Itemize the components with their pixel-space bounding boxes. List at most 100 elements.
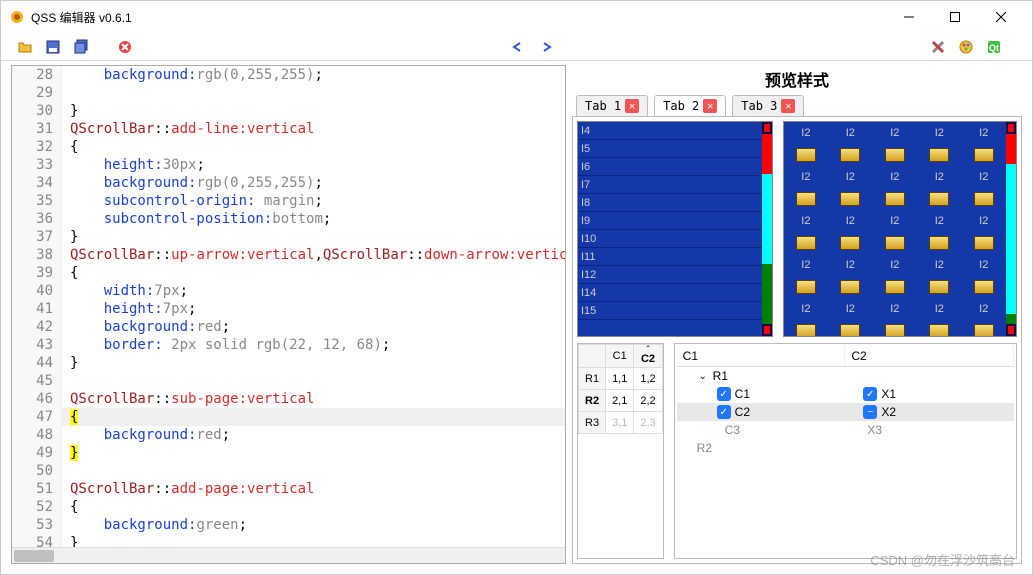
table-header[interactable]: C1 (606, 345, 634, 368)
scroll-sub-page[interactable] (762, 134, 772, 174)
redo-button[interactable] (534, 35, 558, 59)
tree-item[interactable]: C3X3 (677, 421, 1014, 439)
save-all-button[interactable] (69, 35, 93, 59)
grid-label: I2 (828, 166, 872, 188)
maximize-button[interactable] (932, 1, 978, 33)
scroll-sub-page[interactable] (1006, 134, 1016, 164)
close-button[interactable] (978, 1, 1024, 33)
list-item[interactable]: I9 (578, 212, 762, 230)
tree-expander[interactable]: ⌄ (697, 371, 709, 382)
undo-button[interactable] (506, 35, 530, 59)
scroll-add-page[interactable] (1006, 314, 1016, 324)
scroll-add-page[interactable] (762, 264, 772, 324)
list-item[interactable]: I14 (578, 284, 762, 302)
grid-item-icon[interactable] (974, 280, 994, 294)
svg-text:Qt: Qt (989, 43, 999, 53)
palette-button[interactable] (954, 35, 978, 59)
tab-close-icon[interactable]: ✕ (703, 99, 717, 113)
list-item[interactable]: I11 (578, 248, 762, 266)
grid-label: I2 (962, 254, 1006, 276)
toolbar: Qt (1, 33, 1032, 61)
checkbox[interactable]: ✓ (863, 387, 877, 401)
tree-widget[interactable]: C1 C2 ⌄R1✓C1✓X1✓C2−X2C3X3R2 (674, 343, 1017, 559)
grid-item-icon[interactable] (840, 192, 860, 206)
grid-item-icon[interactable] (885, 280, 905, 294)
grid-item-icon[interactable] (885, 192, 905, 206)
open-button[interactable] (13, 35, 37, 59)
vertical-scrollbar[interactable] (762, 122, 772, 336)
tree-item[interactable]: ✓C2−X2 (677, 403, 1014, 421)
preview-tab[interactable]: Tab 1✕ (576, 95, 648, 116)
list-item[interactable]: I12 (578, 266, 762, 284)
window-title: QSS 编辑器 v0.6.1 (31, 9, 886, 26)
table-cell[interactable]: 3,1 (606, 412, 634, 434)
grid-item-icon[interactable] (974, 236, 994, 250)
preview-tab[interactable]: Tab 2✕ (654, 95, 726, 116)
qt-button[interactable]: Qt (982, 35, 1006, 59)
grid-item-icon[interactable] (974, 324, 994, 337)
grid-item-icon[interactable] (885, 148, 905, 162)
grid-item-icon[interactable] (840, 324, 860, 337)
scroll-down-arrow[interactable] (762, 324, 772, 336)
grid-item-icon[interactable] (885, 324, 905, 337)
table-header[interactable]: ˆC2 (634, 345, 662, 368)
grid-item-icon[interactable] (796, 236, 816, 250)
table-cell[interactable]: 1,1 (606, 368, 634, 390)
grid-item-icon[interactable] (929, 192, 949, 206)
icon-grid-widget[interactable]: I2I2I2I2I2I2I2I2I2I2I2I2I2I2I2I2I2I2I2I2… (783, 121, 1017, 337)
grid-item-icon[interactable] (796, 324, 816, 337)
list-item[interactable]: I7 (578, 176, 762, 194)
grid-item-icon[interactable] (974, 148, 994, 162)
tree-item[interactable]: ✓C1✓X1 (677, 385, 1014, 403)
list-item[interactable]: I10 (578, 230, 762, 248)
list-item[interactable]: I8 (578, 194, 762, 212)
close-file-button[interactable] (113, 35, 137, 59)
list-item[interactable]: I4 (578, 122, 762, 140)
checkbox[interactable]: ✓ (717, 405, 731, 419)
table-row-header[interactable]: R2 (579, 390, 606, 412)
scroll-up-arrow[interactable] (762, 122, 772, 134)
table-row-header[interactable]: R3 (579, 412, 606, 434)
grid-label: I2 (873, 122, 917, 144)
grid-item-icon[interactable] (929, 236, 949, 250)
vertical-scrollbar[interactable] (1006, 122, 1016, 336)
preview-tab[interactable]: Tab 3✕ (732, 95, 804, 116)
list-item[interactable]: I15 (578, 302, 762, 320)
table-cell[interactable]: 2,2 (634, 390, 662, 412)
grid-item-icon[interactable] (929, 324, 949, 337)
grid-item-icon[interactable] (974, 192, 994, 206)
list-item[interactable]: I6 (578, 158, 762, 176)
grid-label: I2 (828, 122, 872, 144)
table-widget[interactable]: C1ˆC2 R11,11,2 R22,12,2 R33,12,3 (577, 343, 664, 559)
list-item[interactable]: I5 (578, 140, 762, 158)
save-button[interactable] (41, 35, 65, 59)
grid-item-icon[interactable] (796, 280, 816, 294)
code-editor[interactable]: 28 background:rgb(0,255,255);2930}31QScr… (11, 65, 566, 564)
tree-header-c2[interactable]: C2 (845, 346, 1014, 367)
checkbox[interactable]: − (863, 405, 877, 419)
grid-item-icon[interactable] (840, 148, 860, 162)
minimize-button[interactable] (886, 1, 932, 33)
grid-item-icon[interactable] (840, 236, 860, 250)
list-widget[interactable]: I4I5I6I7I8I9I10I11I12I14I15 (577, 121, 773, 337)
grid-item-icon[interactable] (885, 236, 905, 250)
grid-item-icon[interactable] (796, 192, 816, 206)
grid-label: I2 (828, 210, 872, 232)
scroll-up-arrow[interactable] (1006, 122, 1016, 134)
grid-item-icon[interactable] (840, 280, 860, 294)
grid-item-icon[interactable] (796, 148, 816, 162)
tab-close-icon[interactable]: ✕ (625, 99, 639, 113)
table-cell[interactable]: 2,3 (634, 412, 662, 434)
grid-item-icon[interactable] (929, 148, 949, 162)
tab-close-icon[interactable]: ✕ (781, 99, 795, 113)
table-cell[interactable]: 2,1 (606, 390, 634, 412)
tree-header-c1[interactable]: C1 (677, 346, 846, 367)
grid-label: I2 (917, 210, 961, 232)
table-row-header[interactable]: R1 (579, 368, 606, 390)
checkbox[interactable]: ✓ (717, 387, 731, 401)
scroll-down-arrow[interactable] (1006, 324, 1016, 336)
grid-item-icon[interactable] (929, 280, 949, 294)
table-cell[interactable]: 1,2 (634, 368, 662, 390)
horizontal-scrollbar[interactable] (12, 547, 565, 563)
tools-button[interactable] (926, 35, 950, 59)
